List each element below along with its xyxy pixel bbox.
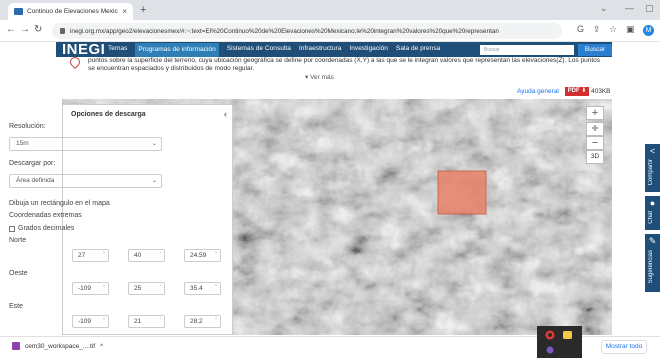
- browser-toolbar: ← → ↻ inegi.org.mx/app/geo2/elevacionesm…: [0, 20, 660, 42]
- nav-programas[interactable]: Programas de información: [135, 43, 219, 57]
- chat-tab[interactable]: ● Chat: [645, 196, 660, 230]
- pdf-size: 403KB: [591, 88, 611, 95]
- site-nav-links: Temas Programas de información Sistemas …: [108, 43, 440, 57]
- intro-section: puntos sobre la superficie del terreno, …: [62, 54, 612, 77]
- edit-icon: ✎: [648, 236, 657, 246]
- nav-investigacion[interactable]: Investigación: [349, 45, 388, 57]
- view-3d-button[interactable]: 3D: [586, 150, 604, 164]
- minimize-icon[interactable]: ⌄: [600, 3, 608, 14]
- location-pin-icon: [67, 54, 83, 70]
- tab-title: Continuo de Elevaciones Mexica: [27, 8, 119, 15]
- star-icon[interactable]: ☆: [609, 24, 617, 35]
- resolution-value: 15m: [16, 140, 29, 147]
- este-seconds-input[interactable]: 28.2 ": [184, 315, 221, 328]
- nav-temas[interactable]: Temas: [108, 45, 127, 57]
- chat-icon: ●: [649, 198, 656, 208]
- new-tab-button[interactable]: +: [140, 4, 146, 16]
- download-file-name: cem30_workspace_....tif: [25, 342, 96, 350]
- nav-sala-prensa[interactable]: Sala de prensa: [396, 45, 440, 57]
- compass-icon[interactable]: ✛: [586, 122, 604, 136]
- google-icon[interactable]: G: [577, 24, 584, 34]
- nav-infraestructura[interactable]: Infraestructura: [299, 45, 342, 57]
- oeste-degrees-input[interactable]: -109 °: [72, 282, 109, 295]
- site-favicon-icon: [14, 8, 23, 15]
- norte-label: Norte: [9, 237, 27, 244]
- system-tray-popup: [537, 326, 582, 358]
- chevron-down-icon: ⌄: [151, 141, 157, 147]
- download-by-value: Área definida: [16, 177, 55, 184]
- selection-rectangle: [437, 170, 487, 215]
- site-search-button[interactable]: Buscar: [578, 44, 612, 56]
- oeste-seconds-input[interactable]: 35.4 ": [184, 282, 221, 295]
- zoom-out-button[interactable]: −: [586, 136, 604, 150]
- tray-icons: [545, 330, 572, 354]
- inegi-logo[interactable]: INEGI: [62, 41, 105, 58]
- site-search-input[interactable]: Buscar: [480, 45, 574, 55]
- tab-close-icon[interactable]: ×: [122, 7, 127, 16]
- download-item[interactable]: cem30_workspace_....tif ^: [12, 342, 103, 350]
- sidebar-icon[interactable]: ▣: [626, 24, 635, 35]
- norte-minutes-input[interactable]: 40 ': [128, 249, 165, 262]
- decimal-degrees-checkbox[interactable]: [9, 226, 15, 232]
- back-icon[interactable]: ←: [6, 24, 16, 35]
- instruction-text: Dibuja un rectángulo en el mapa: [9, 200, 110, 207]
- este-label: Este: [9, 303, 24, 310]
- sugerencias-tab[interactable]: ✎ Sugerencias: [645, 234, 660, 292]
- reload-icon[interactable]: ↻: [34, 24, 42, 35]
- resolution-label: Resolución:: [9, 123, 46, 130]
- share-icon[interactable]: ⇪: [593, 24, 601, 35]
- maximize-icon[interactable]: ▢: [645, 3, 654, 14]
- este-minutes-input[interactable]: 21 ': [128, 315, 165, 328]
- ayuda-general-link[interactable]: Ayuda general: [517, 88, 559, 95]
- norte-degrees-input[interactable]: 27 °: [72, 249, 109, 262]
- forward-icon[interactable]: →: [20, 24, 30, 35]
- nav-sistemas[interactable]: Sistemas de Consulta: [227, 45, 291, 57]
- panel-title: Opciones de descarga: [71, 111, 146, 118]
- resolution-select[interactable]: 15m ⌄: [9, 137, 162, 151]
- ver-mas-link[interactable]: ▾ Ver más: [305, 73, 334, 81]
- show-all-button[interactable]: Mostrar todo: [601, 340, 647, 354]
- decimal-degrees-label: Grados decimales: [18, 225, 75, 232]
- profile-avatar[interactable]: M: [643, 25, 654, 36]
- oeste-label: Oeste: [9, 270, 28, 277]
- collapse-panel-icon[interactable]: ‹: [224, 109, 227, 119]
- address-bar[interactable]: inegi.org.mx/app/geo2/elevacionesmex/#:~…: [52, 23, 562, 39]
- download-by-label: Descargar por:: [9, 160, 56, 167]
- lock-icon: [60, 28, 65, 34]
- norte-seconds-input[interactable]: 24.59 ": [184, 249, 221, 262]
- oeste-minutes-input[interactable]: 25 ': [128, 282, 165, 295]
- download-by-select[interactable]: Área definida ⌄: [9, 174, 162, 188]
- minimize-window-icon[interactable]: —: [625, 3, 634, 13]
- tray-app-icon: [546, 346, 554, 354]
- este-degrees-input[interactable]: -109 °: [72, 315, 109, 328]
- zoom-controls: + ✛: [586, 106, 604, 138]
- chevron-up-icon[interactable]: ^: [100, 343, 103, 350]
- tab-continuo-elevaciones[interactable]: Continuo de Elevaciones Mexica ×: [8, 3, 133, 20]
- chevron-down-icon: ⌄: [151, 178, 157, 184]
- file-icon: [12, 342, 20, 350]
- pdf-download-icon[interactable]: PDF ⬇: [565, 87, 589, 96]
- share-icon: <: [649, 146, 656, 156]
- app-icon: [563, 331, 572, 339]
- url-text: inegi.org.mx/app/geo2/elevacionesmex/#:~…: [70, 27, 499, 35]
- intro-text: puntos sobre la superficie del terreno, …: [88, 57, 600, 72]
- browser-tab-strip: Continuo de Elevaciones Mexica × + ⌄ — ▢: [0, 0, 660, 20]
- coords-label: Coordenadas extremas: [9, 212, 82, 219]
- zoom-in-button[interactable]: +: [586, 106, 604, 120]
- compartir-tab[interactable]: < Compartir: [645, 144, 660, 192]
